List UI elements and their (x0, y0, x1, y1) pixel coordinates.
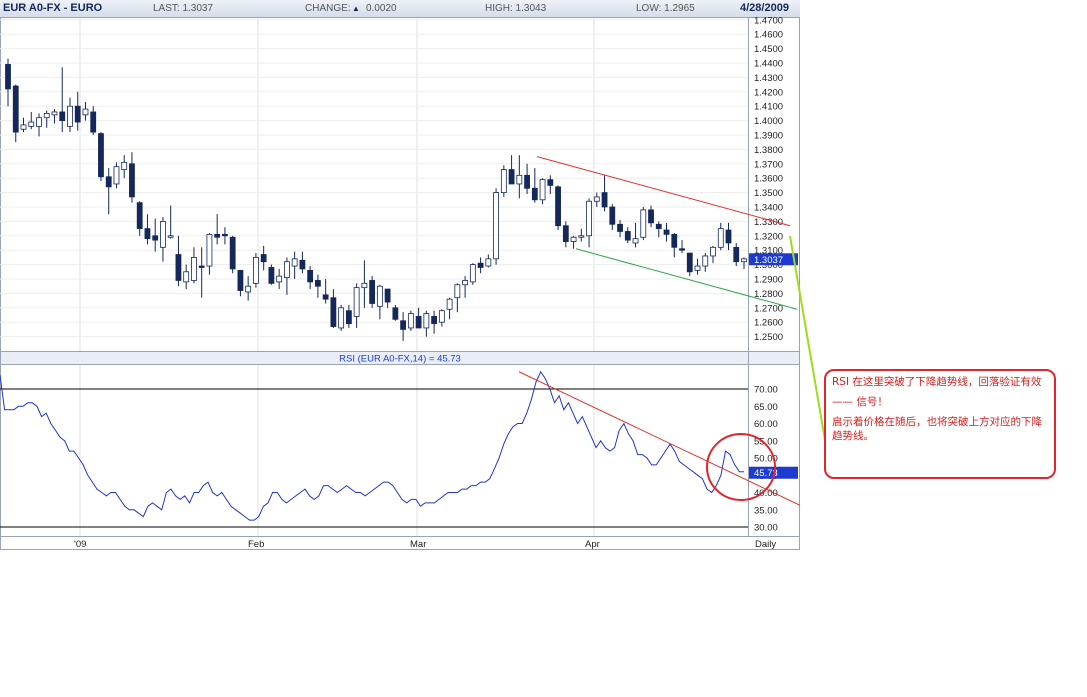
annotation-pointer-line (789, 235, 826, 441)
annotation-line-2: —— 信号！ (832, 396, 888, 408)
annotation-overlay (706, 235, 826, 501)
annotation-box: RSI 在这里突破了下降趋势线，回落验证有效 —— 信号！ 启示着价格在随后，也… (824, 369, 1056, 479)
annotation-line-1: RSI 在这里突破了下降趋势线，回落验证有效 (832, 376, 1042, 388)
rsi-breakout-circle (706, 433, 776, 501)
annotation-line-3: 启示着价格在随后，也将突破上方对应的下降趋势线。 (832, 416, 1042, 442)
